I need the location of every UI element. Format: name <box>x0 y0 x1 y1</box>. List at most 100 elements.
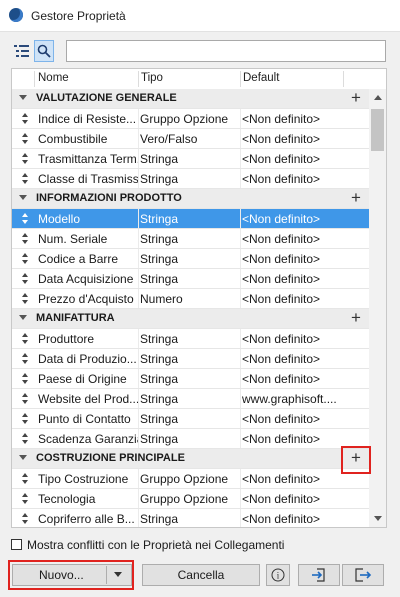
table-row[interactable]: Produttore Stringa <Non definito> <box>12 329 369 349</box>
property-name: Data di Produzio... <box>38 352 137 366</box>
column-divider <box>343 71 344 87</box>
drag-handle-icon[interactable] <box>21 113 29 125</box>
property-type: Vero/Falso <box>140 132 198 146</box>
property-type: Stringa <box>140 152 179 166</box>
column-header-name[interactable]: Nome <box>38 72 69 84</box>
property-name: Paese di Origine <box>38 372 127 386</box>
checkbox-icon[interactable] <box>11 539 22 550</box>
property-default: <Non definito> <box>242 412 321 426</box>
cell-divider <box>138 109 139 128</box>
property-default: <Non definito> <box>242 152 321 166</box>
column-header-default[interactable]: Default <box>243 72 279 84</box>
section-header[interactable]: MANIFATTURA + <box>12 309 369 329</box>
cell-divider <box>240 409 241 428</box>
list-view-icon[interactable] <box>12 40 32 62</box>
section-header[interactable]: INFORMAZIONI PRODOTTO + <box>12 189 369 209</box>
section-title: MANIFATTURA <box>36 312 115 324</box>
cell-divider <box>138 469 139 488</box>
table-row[interactable]: Num. Seriale Stringa <Non definito> <box>12 229 369 249</box>
table-row[interactable]: Paese di Origine Stringa <Non definito> <box>12 369 369 389</box>
table-row[interactable]: Combustibile Vero/Falso <Non definito> <box>12 129 369 149</box>
table-row[interactable]: Prezzo d'Acquisto Numero <Non definito> <box>12 289 369 309</box>
drag-handle-icon[interactable] <box>21 413 29 425</box>
drag-handle-icon[interactable] <box>21 253 29 265</box>
export-button[interactable] <box>342 564 384 586</box>
add-property-button[interactable]: + <box>347 309 365 327</box>
import-button[interactable] <box>298 564 340 586</box>
collapse-arrow-icon[interactable] <box>19 95 27 100</box>
add-property-button[interactable]: + <box>347 189 365 207</box>
table-row[interactable]: Data Acquisizione Stringa <Non definito> <box>12 269 369 289</box>
table-row[interactable]: Data di Produzio... Stringa <Non definito> <box>12 349 369 369</box>
drag-handle-icon[interactable] <box>21 153 29 165</box>
property-type: Numero <box>140 292 183 306</box>
section-header[interactable]: COSTRUZIONE PRINCIPALE + <box>12 449 369 469</box>
info-button[interactable]: i <box>266 564 290 586</box>
import-icon <box>312 568 325 582</box>
property-default: <Non definito> <box>242 252 321 266</box>
table-row[interactable]: Punto di Contatto Stringa <Non definito> <box>12 409 369 429</box>
property-type: Stringa <box>140 252 179 266</box>
scroll-thumb[interactable] <box>371 109 384 151</box>
property-name: Tipo Costruzione <box>38 472 129 486</box>
table-row[interactable]: Indice di Resiste... Gruppo Opzione <Non d… <box>12 109 369 129</box>
collapse-arrow-icon[interactable] <box>19 315 27 320</box>
drag-handle-icon[interactable] <box>21 213 29 225</box>
cell-divider <box>240 469 241 488</box>
drag-handle-icon[interactable] <box>21 513 29 525</box>
drag-handle-icon[interactable] <box>21 393 29 405</box>
cell-divider <box>240 429 241 448</box>
cell-divider <box>240 489 241 508</box>
table-row[interactable]: Tecnologia Gruppo Opzione <Non definito> <box>12 489 369 509</box>
collapse-arrow-icon[interactable] <box>19 195 27 200</box>
property-name: Copriferro alle B... <box>38 512 135 526</box>
add-property-button[interactable]: + <box>347 89 365 107</box>
collapse-arrow-icon[interactable] <box>19 455 27 460</box>
drag-handle-icon[interactable] <box>21 233 29 245</box>
scroll-up-icon[interactable] <box>374 95 382 100</box>
property-type: Stringa <box>140 212 179 226</box>
drag-handle-icon[interactable] <box>21 373 29 385</box>
cell-divider <box>138 229 139 248</box>
drag-handle-icon[interactable] <box>21 293 29 305</box>
table-row[interactable]: Modello Stringa <Non definito> <box>12 209 369 229</box>
property-name: Combustibile <box>38 132 108 146</box>
delete-button[interactable]: Cancella <box>142 564 260 586</box>
property-type: Stringa <box>140 392 179 406</box>
drag-handle-icon[interactable] <box>21 273 29 285</box>
column-header-type[interactable]: Tipo <box>141 72 163 84</box>
drag-handle-icon[interactable] <box>21 133 29 145</box>
drag-handle-icon[interactable] <box>21 433 29 445</box>
table-row[interactable]: Scadenza Garanzia Stringa <Non definito> <box>12 429 369 449</box>
cell-divider <box>240 249 241 268</box>
table-row[interactable]: Tipo Costruzione Gruppo Opzione <Non defin… <box>12 469 369 489</box>
search-icon[interactable] <box>34 40 54 62</box>
cell-divider <box>138 349 139 368</box>
property-default: <Non definito> <box>242 372 321 386</box>
drag-handle-icon[interactable] <box>21 473 29 485</box>
cell-divider <box>240 389 241 408</box>
scroll-down-icon[interactable] <box>374 516 382 521</box>
cell-divider <box>240 369 241 388</box>
drag-handle-icon[interactable] <box>21 353 29 365</box>
section-header[interactable]: VALUTAZIONE GENERALE + <box>12 89 369 109</box>
drag-handle-icon[interactable] <box>21 333 29 345</box>
table-row[interactable]: Copriferro alle B... Stringa <Non definito… <box>12 509 369 527</box>
table-row[interactable]: Website del Prod... Stringa www.graphisoft… <box>12 389 369 409</box>
vertical-scrollbar[interactable] <box>369 89 386 527</box>
cell-divider <box>240 509 241 527</box>
table-row[interactable]: Trasmittanza Term... Stringa <Non definito… <box>12 149 369 169</box>
search-input[interactable] <box>66 40 386 62</box>
property-name: Trasmittanza Term... <box>38 152 138 166</box>
property-name: Classe di Trasmiss... <box>38 172 138 186</box>
drag-handle-icon[interactable] <box>21 173 29 185</box>
svg-text:i: i <box>277 571 280 581</box>
cell-divider <box>138 329 139 348</box>
dropdown-arrow-icon[interactable] <box>114 572 122 577</box>
table-row[interactable]: Classe di Trasmiss... Stringa <Non definit… <box>12 169 369 189</box>
drag-handle-icon[interactable] <box>21 493 29 505</box>
property-type: Stringa <box>140 172 179 186</box>
info-icon: i <box>271 568 285 582</box>
property-default: <Non definito> <box>242 432 321 446</box>
table-row[interactable]: Codice a Barre Stringa <Non definito> <box>12 249 369 269</box>
